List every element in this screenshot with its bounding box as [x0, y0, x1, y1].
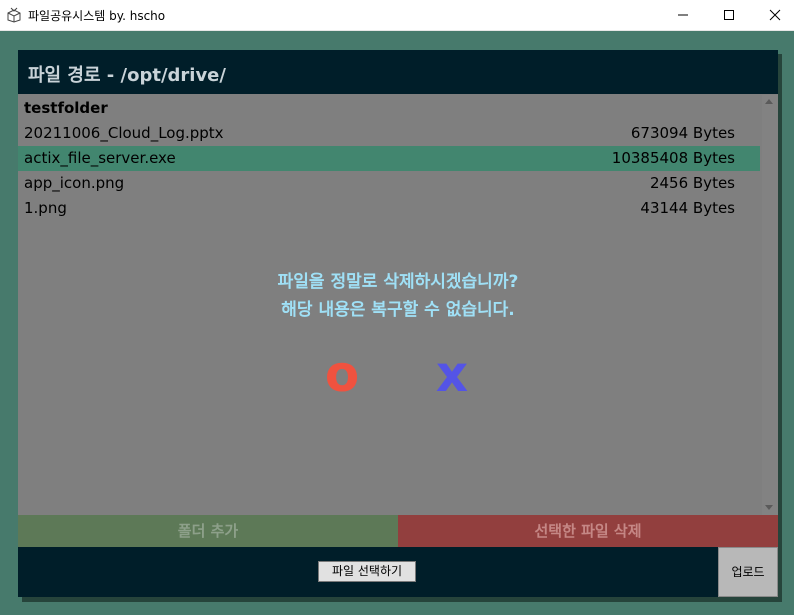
close-icon	[769, 9, 781, 21]
scroll-up-arrow-icon[interactable]	[765, 99, 773, 104]
panel-header: 파일 경로 - /opt/drive/	[18, 50, 778, 94]
list-item-selected[interactable]: actix_file_server.exe 10385408 Bytes	[18, 146, 760, 171]
choose-file-button[interactable]: 파일 선택하기	[318, 561, 416, 582]
list-item[interactable]: 20211006_Cloud_Log.pptx 673094 Bytes	[18, 121, 760, 146]
list-item-folder[interactable]: testfolder	[18, 96, 760, 121]
file-size: 2456 Bytes	[649, 174, 735, 192]
upload-bar: 파일 선택하기	[18, 547, 718, 597]
window-title: 파일공유시스템 by. hscho	[28, 9, 166, 23]
maximize-icon	[724, 10, 734, 20]
add-folder-button[interactable]: 폴더 추가	[18, 515, 398, 547]
path-title: 파일 경로 - /opt/drive/	[28, 65, 226, 86]
file-name: 1.png	[24, 199, 67, 217]
delete-confirm-message: 파일을 정말로 삭제하시겠습니까? 해당 내용은 복구할 수 없습니다.	[18, 268, 778, 324]
file-size: 673094 Bytes	[630, 124, 735, 142]
file-size: 43144 Bytes	[640, 199, 735, 217]
list-item[interactable]: app_icon.png 2456 Bytes	[18, 171, 760, 196]
scroll-down-arrow-icon[interactable]	[765, 505, 773, 510]
delete-selected-button[interactable]: 선택한 파일 삭제	[398, 515, 778, 547]
upload-button[interactable]: 업로드	[718, 547, 778, 597]
confirm-line-1: 파일을 정말로 삭제하시겠습니까?	[277, 272, 519, 292]
close-button[interactable]	[752, 0, 794, 30]
list-item[interactable]: 1.png 43144 Bytes	[18, 196, 760, 221]
maximize-button[interactable]	[706, 0, 752, 30]
file-name: actix_file_server.exe	[24, 149, 176, 167]
cancel-delete-button[interactable]: x	[424, 346, 480, 402]
app-box-icon	[7, 7, 21, 23]
file-name: testfolder	[24, 99, 108, 117]
file-name: app_icon.png	[24, 174, 125, 192]
file-panel: 파일 경로 - /opt/drive/ testfolder 20211006_…	[18, 50, 778, 597]
file-name: 20211006_Cloud_Log.pptx	[24, 124, 224, 142]
minimize-icon	[678, 14, 688, 16]
minimize-button[interactable]	[660, 0, 706, 30]
file-size: 10385408 Bytes	[611, 149, 735, 167]
confirm-delete-button[interactable]: o	[314, 346, 370, 402]
title-bar: 파일공유시스템 by. hscho	[0, 0, 794, 31]
confirm-line-2: 해당 내용은 복구할 수 없습니다.	[281, 300, 515, 320]
